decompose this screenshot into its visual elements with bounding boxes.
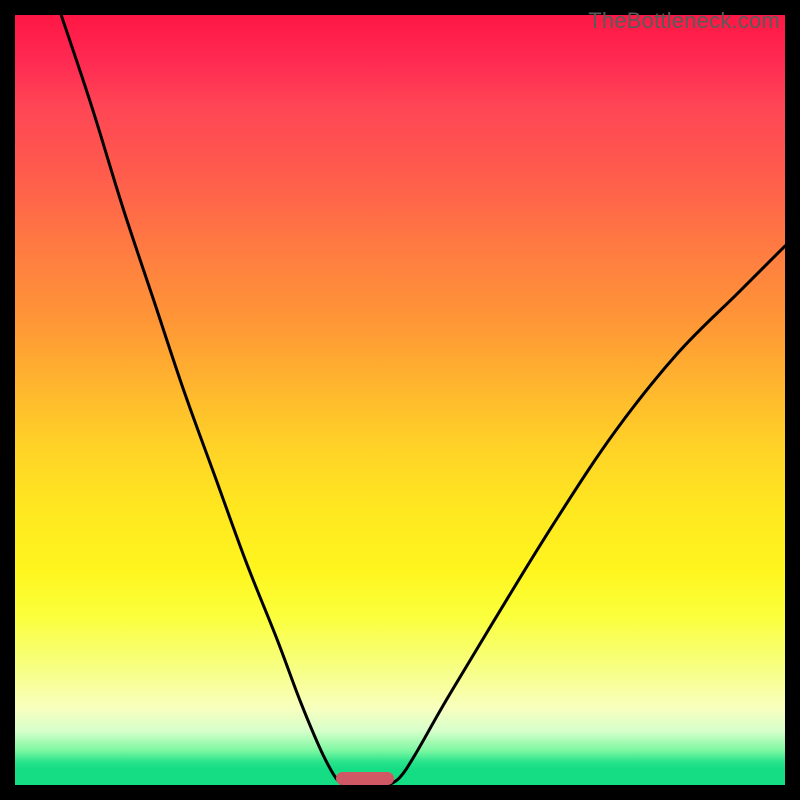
optimal-marker: [336, 772, 394, 785]
bottleneck-curve: [15, 15, 785, 785]
watermark-text: TheBottleneck.com: [588, 8, 780, 34]
curve-right-branch: [388, 246, 785, 785]
curve-left-branch: [61, 15, 344, 785]
